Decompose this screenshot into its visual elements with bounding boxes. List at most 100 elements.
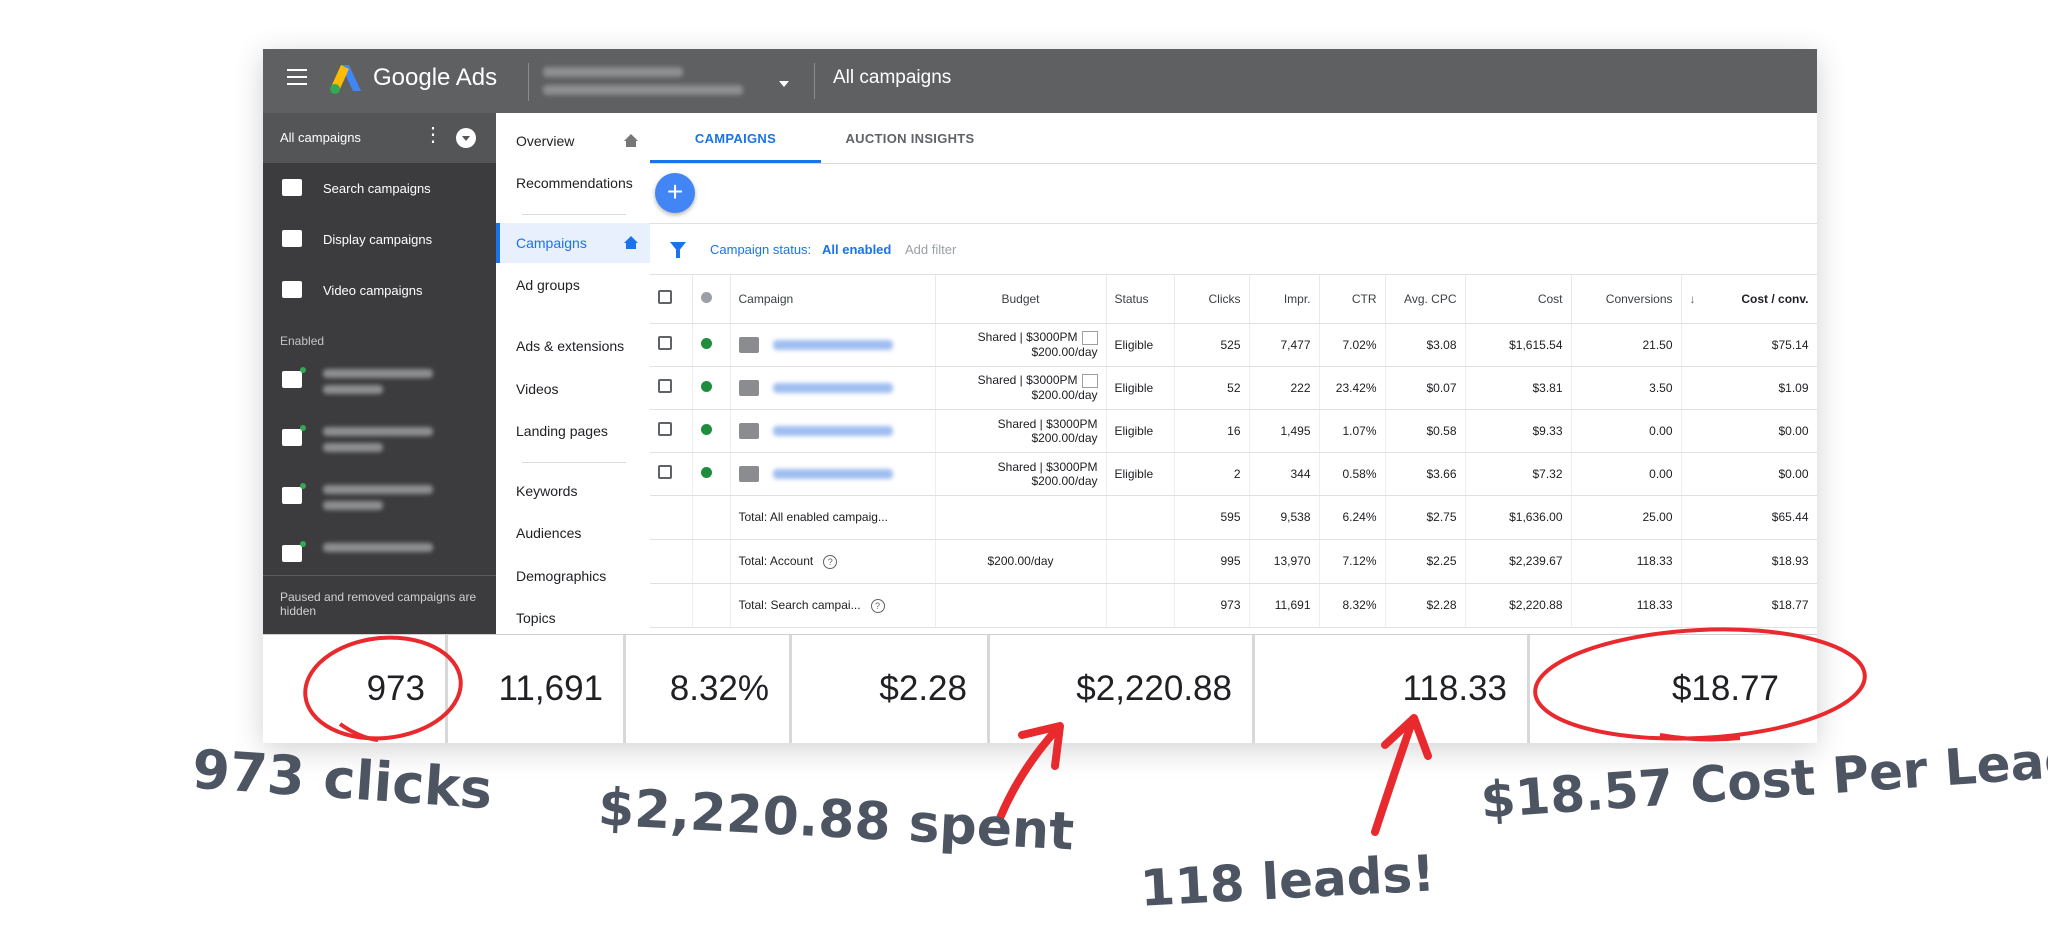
nav-videos[interactable]: Videos <box>496 369 650 409</box>
nav-ad-groups[interactable]: Ad groups <box>496 265 650 305</box>
table-row[interactable]: Shared | $3000PM $200.00/day Eligible 16 1,4… <box>650 409 1817 453</box>
add-campaign-button[interactable]: + <box>655 173 695 213</box>
impr-cell: 9,538 <box>1249 495 1320 540</box>
sidebar-campaign-item[interactable] <box>263 411 496 469</box>
sidebar-item-search[interactable]: Search campaigns <box>263 163 496 213</box>
sidebar-header[interactable]: All campaigns ⋮ <box>263 113 496 163</box>
annotation-spent: $2,220.88 spent <box>596 777 1076 863</box>
campaign-name-cell[interactable] <box>730 323 936 367</box>
nav-keywords[interactable]: Keywords <box>496 471 650 511</box>
cost-cell: $7.32 <box>1465 452 1572 496</box>
ctr-cell: 7.12% <box>1319 539 1386 584</box>
col-conversions[interactable]: Conversions <box>1571 275 1682 324</box>
row-checkbox[interactable] <box>650 366 693 410</box>
home-icon <box>624 236 638 249</box>
top-bar: Google Ads All campaigns <box>263 49 1817 113</box>
cost-conv-cell: $1.09 <box>1681 366 1817 410</box>
table-row[interactable]: Shared | $3000PM $200.00/day Eligible 525 7,… <box>650 323 1817 367</box>
clicks-cell: 525 <box>1174 323 1250 367</box>
ctr-cell: 0.58% <box>1319 452 1386 496</box>
ctr-cell: 8.32% <box>1319 583 1386 628</box>
tab-auction-insights[interactable]: AUCTION INSIGHTS <box>821 113 999 163</box>
campaign-name-cell[interactable] <box>730 366 936 410</box>
nav-campaigns[interactable]: Campaigns <box>496 223 650 263</box>
avg-cpc-cell: $2.25 <box>1385 539 1466 584</box>
campaign-name-link[interactable] <box>772 468 893 479</box>
brand-name: Google Ads <box>373 64 498 91</box>
clicks-cell: 995 <box>1174 539 1250 584</box>
total-budget-cell <box>935 495 1107 540</box>
col-cost-conv[interactable]: ↓ Cost / conv. <box>1681 275 1817 324</box>
campaign-name-link[interactable] <box>772 339 893 350</box>
nav-demographics[interactable]: Demographics <box>496 556 650 596</box>
table-row[interactable]: Shared | $3000PM $200.00/day Eligible 52 222… <box>650 366 1817 410</box>
avg-cpc-cell: $0.07 <box>1385 366 1466 410</box>
ctr-cell: 1.07% <box>1319 409 1386 453</box>
sidebar-title: All campaigns <box>280 130 361 145</box>
sidebar-section-enabled: Enabled <box>280 334 325 348</box>
sidebar-item-display[interactable]: Display campaigns <box>263 214 496 264</box>
budget-cell[interactable]: Shared | $3000PM $200.00/day <box>935 366 1107 410</box>
campaign-name-link[interactable] <box>772 425 893 436</box>
help-icon[interactable]: ? <box>870 598 885 613</box>
video-campaign-icon <box>282 281 302 298</box>
more-vert-icon[interactable]: ⋮ <box>423 125 443 145</box>
col-status[interactable]: Status <box>1106 275 1175 324</box>
expand-icon[interactable] <box>456 128 476 148</box>
add-filter-link[interactable]: Add filter <box>905 242 956 257</box>
row-checkbox[interactable] <box>650 452 693 496</box>
divider <box>814 63 815 99</box>
cost-conv-cell: $0.00 <box>1681 452 1817 496</box>
tab-campaigns[interactable]: CAMPAIGNS <box>650 113 821 163</box>
cost-cell: $2,220.88 <box>1465 583 1572 628</box>
col-campaign[interactable]: Campaign <box>730 275 936 324</box>
col-impr[interactable]: Impr. <box>1249 275 1320 324</box>
col-cost[interactable]: Cost <box>1465 275 1572 324</box>
cost-cell: $2,239.67 <box>1465 539 1572 584</box>
nav-audiences[interactable]: Audiences <box>496 513 650 553</box>
col-clicks[interactable]: Clicks <box>1174 275 1250 324</box>
page-title: All campaigns <box>833 67 952 88</box>
impr-cell: 344 <box>1249 452 1320 496</box>
conversions-cell: 25.00 <box>1571 495 1682 540</box>
campaign-name-cell[interactable] <box>730 452 936 496</box>
sidebar-campaign-item[interactable] <box>263 469 496 527</box>
col-ctr[interactable]: CTR <box>1319 275 1386 324</box>
impr-cell: 222 <box>1249 366 1320 410</box>
search-campaign-icon <box>282 371 302 388</box>
budget-cell[interactable]: Shared | $3000PM $200.00/day <box>935 409 1107 453</box>
cost-cell: $1,615.54 <box>1465 323 1572 367</box>
total-budget-cell <box>935 583 1107 628</box>
highlight-impr: 11,691 <box>448 635 626 743</box>
annotation-clicks: 973 clicks <box>190 737 495 822</box>
row-checkbox[interactable] <box>650 323 693 367</box>
sidebar-item-video[interactable]: Video campaigns <box>263 265 496 315</box>
help-icon[interactable]: ? <box>823 554 838 569</box>
nav-ads-extensions[interactable]: Ads & extensions <box>496 326 650 366</box>
sort-arrow-icon: ↓ <box>1689 291 1696 306</box>
campaign-name-link[interactable] <box>772 382 893 393</box>
sidebar-campaign-item[interactable] <box>263 353 496 411</box>
table-row[interactable]: Shared | $3000PM $200.00/day Eligible 2 344 0… <box>650 452 1817 496</box>
total-budget-cell: $200.00/day <box>935 539 1107 584</box>
nav-topics[interactable]: Topics <box>496 598 650 638</box>
nav-overview[interactable]: Overview <box>496 121 650 161</box>
nav-recommendations[interactable]: Recommendations <box>496 163 650 203</box>
budget-cell[interactable]: Shared | $3000PM $200.00/day <box>935 452 1107 496</box>
cost-conv-cell: $65.44 <box>1681 495 1817 540</box>
col-budget[interactable]: Budget <box>935 275 1107 324</box>
select-all-checkbox[interactable] <box>650 275 693 324</box>
budget-cell[interactable]: Shared | $3000PM $200.00/day <box>935 323 1107 367</box>
cost-conv-cell: $18.77 <box>1681 583 1817 628</box>
filter-icon[interactable] <box>670 242 686 258</box>
status-cell: Eligible <box>1106 409 1175 453</box>
cost-cell: $3.81 <box>1465 366 1572 410</box>
menu-icon[interactable] <box>287 69 307 85</box>
col-avg-cpc[interactable]: Avg. CPC <box>1385 275 1466 324</box>
account-selector[interactable] <box>528 63 789 101</box>
row-checkbox[interactable] <box>650 409 693 453</box>
nav-landing-pages[interactable]: Landing pages <box>496 411 650 451</box>
highlight-cost: $2,220.88 <box>990 635 1255 743</box>
filter-value[interactable]: All enabled <box>822 242 891 257</box>
campaign-name-cell[interactable] <box>730 409 936 453</box>
